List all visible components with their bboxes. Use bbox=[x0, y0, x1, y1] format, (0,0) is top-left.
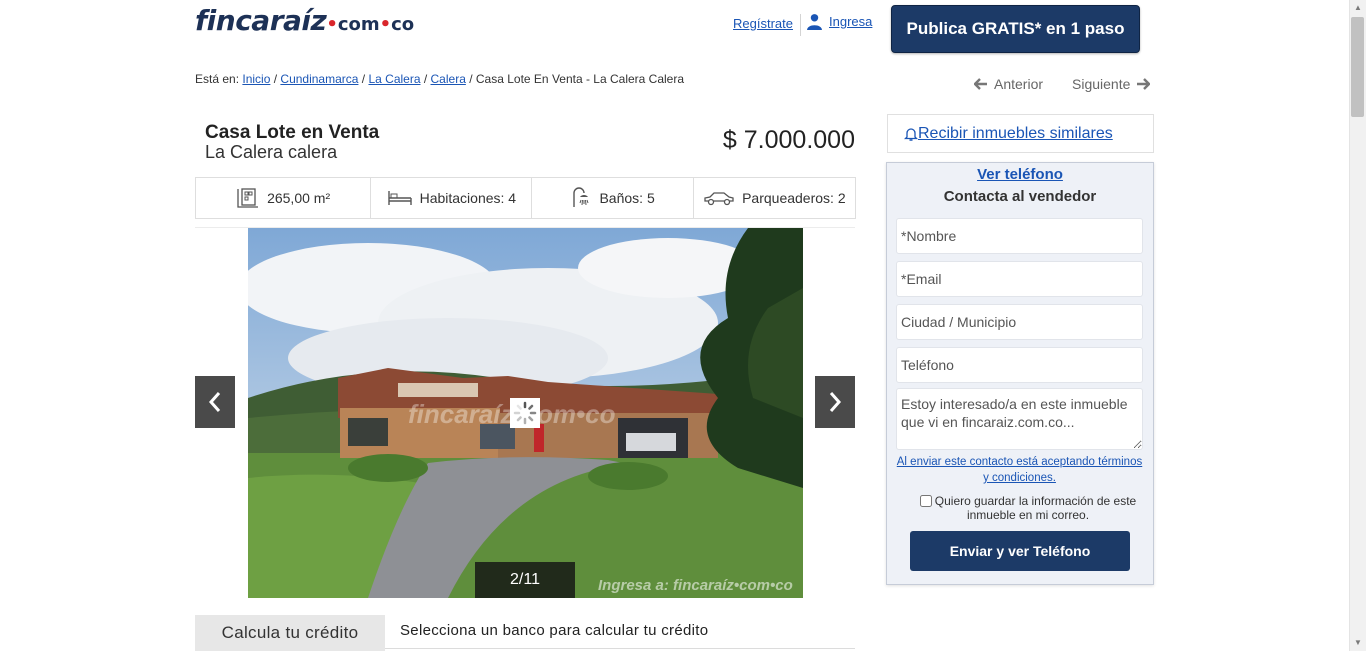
login-label[interactable]: Ingresa bbox=[829, 14, 872, 29]
feature-area-label: 265,00 m² bbox=[267, 190, 331, 206]
breadcrumb-current: Casa Lote En Venta - La Calera Calera bbox=[475, 72, 685, 86]
credit-instructions: Selecciona un banco para calcular tu cré… bbox=[400, 622, 709, 639]
save-info-label: Quiero guardar la información de este in… bbox=[934, 494, 1137, 522]
credit-calculator-tab[interactable]: Calcula tu crédito bbox=[195, 615, 385, 651]
message-field[interactable]: Estoy interesado/a en este inmueble que … bbox=[896, 388, 1143, 450]
scrollbar-thumb[interactable] bbox=[1351, 17, 1364, 117]
feature-bathrooms-label: Baños: 5 bbox=[599, 190, 655, 206]
breadcrumb-item[interactable]: Cundinamarca bbox=[280, 72, 358, 86]
next-label: Siguiente bbox=[1072, 76, 1131, 92]
site-logo[interactable]: fincaraíz•com•co bbox=[195, 4, 414, 37]
contact-heading: Contacta al vendedor bbox=[943, 188, 1097, 205]
listing-price: $ 7.000.000 bbox=[722, 126, 855, 154]
feature-bedrooms-label: Habitaciones: 4 bbox=[419, 190, 517, 206]
gallery-prev-button[interactable] bbox=[195, 376, 235, 428]
car-icon bbox=[704, 192, 734, 206]
loading-spinner-icon bbox=[510, 398, 540, 428]
show-phone-link[interactable]: Ver teléfono bbox=[886, 166, 1154, 183]
listing-location: La Calera calera bbox=[205, 142, 338, 162]
arrow-right-icon bbox=[1137, 78, 1151, 90]
photo-counter: 2/11 bbox=[475, 562, 575, 598]
header-divider bbox=[800, 14, 801, 36]
breadcrumb-item[interactable]: La Calera bbox=[368, 72, 420, 86]
previous-label: Anterior bbox=[994, 76, 1044, 92]
arrow-left-icon bbox=[974, 78, 987, 90]
bed-icon bbox=[387, 191, 412, 205]
breadcrumb-item[interactable]: Inicio bbox=[242, 72, 270, 86]
email-field[interactable] bbox=[896, 261, 1143, 297]
area-icon bbox=[237, 188, 259, 208]
chevron-left-icon bbox=[208, 392, 221, 412]
phone-field[interactable] bbox=[896, 347, 1143, 383]
user-icon bbox=[807, 14, 822, 30]
feature-bedrooms: Habitaciones: 4 bbox=[371, 178, 533, 218]
features-bar: 265,00 m² Habitaciones: 4 Baños: 5 Parqu… bbox=[195, 177, 856, 219]
save-info-checkbox[interactable] bbox=[919, 495, 932, 507]
breadcrumb: Está en: Inicio / Cundinamarca / La Cale… bbox=[195, 72, 685, 86]
name-field[interactable] bbox=[896, 218, 1143, 254]
previous-link[interactable]: Anterior bbox=[974, 76, 1043, 92]
breadcrumb-prefix: Está en: bbox=[195, 72, 240, 86]
breadcrumb-item[interactable]: Calera bbox=[431, 72, 466, 86]
terms-link[interactable]: Al enviar este contacto está aceptando t… bbox=[896, 454, 1143, 486]
feature-parking: Parqueaderos: 2 bbox=[694, 178, 855, 218]
publish-free-button[interactable]: Publica GRATIS* en 1 paso bbox=[891, 5, 1140, 53]
scroll-down-icon[interactable]: ▼ bbox=[1352, 638, 1364, 647]
svg-text:Ingresa a: fincaraíz•com•co: Ingresa a: fincaraíz•com•co bbox=[598, 577, 793, 594]
register-link[interactable]: Regístrate bbox=[733, 16, 793, 31]
chevron-right-icon bbox=[829, 392, 842, 412]
shower-icon bbox=[573, 187, 589, 207]
send-contact-button[interactable]: Enviar y ver Teléfono bbox=[910, 531, 1130, 571]
similar-alerts-box[interactable]: Recibir inmuebles similares bbox=[887, 114, 1154, 153]
feature-bathrooms: Baños: 5 bbox=[532, 178, 694, 218]
bell-icon bbox=[904, 127, 918, 141]
feature-area: 265,00 m² bbox=[196, 178, 372, 218]
scroll-up-icon[interactable]: ▲ bbox=[1352, 3, 1364, 12]
similar-alerts-link[interactable]: Recibir inmuebles similares bbox=[918, 125, 1113, 143]
city-field[interactable] bbox=[896, 304, 1143, 340]
gallery-next-button[interactable] bbox=[815, 376, 855, 428]
divider bbox=[385, 648, 855, 649]
feature-parking-label: Parqueaderos: 2 bbox=[742, 190, 846, 206]
save-info-option[interactable]: Quiero guardar la información de este in… bbox=[912, 494, 1144, 522]
login-link[interactable]: Ingresa bbox=[806, 13, 872, 30]
listing-title: Casa Lote en Venta bbox=[205, 122, 380, 143]
next-link[interactable]: Siguiente bbox=[1072, 76, 1151, 92]
